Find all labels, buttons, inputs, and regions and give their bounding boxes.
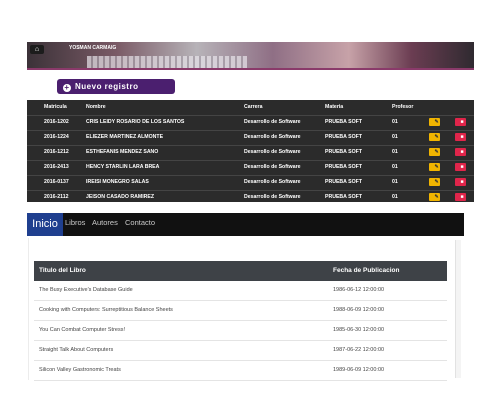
col-matricula: Matricula [44, 100, 67, 115]
cell-matricula: 2016-1224 [44, 130, 69, 145]
delete-button[interactable]: ■ [455, 163, 466, 171]
registry-table: Matricula Nombre Carrera Materia Profeso… [27, 100, 474, 202]
edit-icon: ✎ [435, 118, 439, 126]
table-header-row: Matricula Nombre Carrera Materia Profeso… [27, 100, 474, 115]
edit-button[interactable]: ✎ [429, 148, 440, 156]
trash-icon: ■ [461, 118, 464, 126]
edit-button[interactable]: ✎ [429, 178, 440, 186]
edit-icon: ✎ [435, 133, 439, 141]
table-row: 2016-0137 IREISI MONEGRO SALAS Desarroll… [27, 175, 474, 190]
cell-profesor: 01 [392, 130, 398, 145]
registry-panel: ⌂ YOSMAN CARMAIG + Nuevo registro Matricu… [27, 42, 474, 202]
cell-nombre: CRIS LEIDY ROSARIO DE LOS SANTOS [86, 115, 184, 130]
cell-nombre: ELIEZER MARTINEZ ALMONTE [86, 130, 163, 145]
trash-icon: ■ [461, 133, 464, 141]
trash-icon: ■ [461, 163, 464, 171]
cell-date: 1989-06-09 12:00:00 [333, 361, 384, 380]
cell-profesor: 01 [392, 175, 398, 190]
table-row: 2016-1202 CRIS LEIDY ROSARIO DE LOS SANT… [27, 115, 474, 130]
cell-carrera: Desarrollo de Software [244, 130, 301, 145]
col-titulo: Titulo del Libro [39, 261, 86, 281]
table-row: Cooking with Computers: Surreptitious Ba… [34, 301, 447, 321]
table-row: 2016-1224 ELIEZER MARTINEZ ALMONTE Desar… [27, 130, 474, 145]
table-row: You Can Combat Computer Stress! 1985-06-… [34, 321, 447, 341]
cell-nombre: ESTHEFANIS MENDEZ SANO [86, 145, 158, 160]
edit-icon: ✎ [435, 148, 439, 156]
navbar: Inicio Libros Autores Contacto [27, 213, 464, 236]
trash-icon: ■ [461, 193, 464, 201]
table-row: The Busy Executive's Database Guide 1986… [34, 281, 447, 301]
col-nombre: Nombre [86, 100, 106, 115]
cell-materia: PRUEBA SOFT [325, 190, 362, 202]
edit-button[interactable]: ✎ [429, 118, 440, 126]
plus-icon: + [63, 84, 71, 92]
cell-title: Straight Talk About Computers [39, 341, 113, 360]
delete-button[interactable]: ■ [455, 118, 466, 126]
home-icon[interactable]: ⌂ [30, 45, 44, 54]
delete-button[interactable]: ■ [455, 193, 466, 201]
nav-link-autores[interactable]: Autores [92, 218, 118, 227]
col-carrera: Carrera [244, 100, 262, 115]
col-profesor: Profesor [392, 100, 413, 115]
edit-icon: ✎ [435, 193, 439, 201]
nav-link-libros[interactable]: Libros [65, 218, 85, 227]
cell-matricula: 2016-1202 [44, 115, 69, 130]
cell-title: The Busy Executive's Database Guide [39, 281, 133, 300]
cell-matricula: 2016-0137 [44, 175, 69, 190]
delete-button[interactable]: ■ [455, 148, 466, 156]
table-header-row: Titulo del Libro Fecha de Publicacion [34, 261, 447, 281]
cell-date: 1988-06-09 12:00:00 [333, 301, 384, 320]
table-row: 2016-2112 JEISON CASADO RAMIREZ Desarrol… [27, 190, 474, 202]
edit-button[interactable]: ✎ [429, 133, 440, 141]
banner-divider [27, 68, 474, 70]
banner-decoration [87, 56, 247, 68]
cell-date: 1987-06-22 12:00:00 [333, 341, 384, 360]
cell-title: Silicon Valley Gastronomic Treats [39, 361, 121, 380]
cell-nombre: IREISI MONEGRO SALAS [86, 175, 149, 190]
cell-date: 1985-06-30 12:00:00 [333, 321, 384, 340]
cell-nombre: HENCY STARLIN LARA BREA [86, 160, 159, 175]
cell-profesor: 01 [392, 160, 398, 175]
cell-materia: PRUEBA SOFT [325, 145, 362, 160]
nav-brand-inicio[interactable]: Inicio [27, 213, 63, 236]
cell-materia: PRUEBA SOFT [325, 130, 362, 145]
table-row: Straight Talk About Computers 1987-06-22… [34, 341, 447, 361]
edit-icon: ✎ [435, 178, 439, 186]
col-materia: Materia [325, 100, 343, 115]
cell-date: 1986-06-12 12:00:00 [333, 281, 384, 300]
banner-username: YOSMAN CARMAIG [69, 45, 116, 51]
cell-carrera: Desarrollo de Software [244, 175, 301, 190]
cell-carrera: Desarrollo de Software [244, 160, 301, 175]
cell-carrera: Desarrollo de Software [244, 190, 301, 202]
table-row: 2016-1212 ESTHEFANIS MENDEZ SANO Desarro… [27, 145, 474, 160]
col-fecha: Fecha de Publicacion [333, 261, 399, 281]
nav-link-contacto[interactable]: Contacto [125, 218, 155, 227]
trash-icon: ■ [461, 178, 464, 186]
table-row: 2016-2413 HENCY STARLIN LARA BREA Desarr… [27, 160, 474, 175]
delete-button[interactable]: ■ [455, 133, 466, 141]
cell-profesor: 01 [392, 115, 398, 130]
new-record-label: Nuevo registro [75, 82, 138, 91]
table-row: Silicon Valley Gastronomic Treats 1989-0… [34, 361, 447, 381]
cell-materia: PRUEBA SOFT [325, 175, 362, 190]
cell-materia: PRUEBA SOFT [325, 115, 362, 130]
cell-materia: PRUEBA SOFT [325, 160, 362, 175]
cell-profesor: 01 [392, 190, 398, 202]
cell-matricula: 2016-2413 [44, 160, 69, 175]
cell-matricula: 2016-2112 [44, 190, 69, 202]
cell-matricula: 2016-1212 [44, 145, 69, 160]
new-record-button[interactable]: + Nuevo registro [57, 79, 175, 94]
cell-nombre: JEISON CASADO RAMIREZ [86, 190, 154, 202]
cell-profesor: 01 [392, 145, 398, 160]
edit-button[interactable]: ✎ [429, 163, 440, 171]
cell-title: You Can Combat Computer Stress! [39, 321, 125, 340]
cell-title: Cooking with Computers: Surreptitious Ba… [39, 301, 173, 320]
delete-button[interactable]: ■ [455, 178, 466, 186]
cell-carrera: Desarrollo de Software [244, 115, 301, 130]
cell-carrera: Desarrollo de Software [244, 145, 301, 160]
scrollbar[interactable] [455, 240, 461, 378]
edit-icon: ✎ [435, 163, 439, 171]
trash-icon: ■ [461, 148, 464, 156]
edit-button[interactable]: ✎ [429, 193, 440, 201]
